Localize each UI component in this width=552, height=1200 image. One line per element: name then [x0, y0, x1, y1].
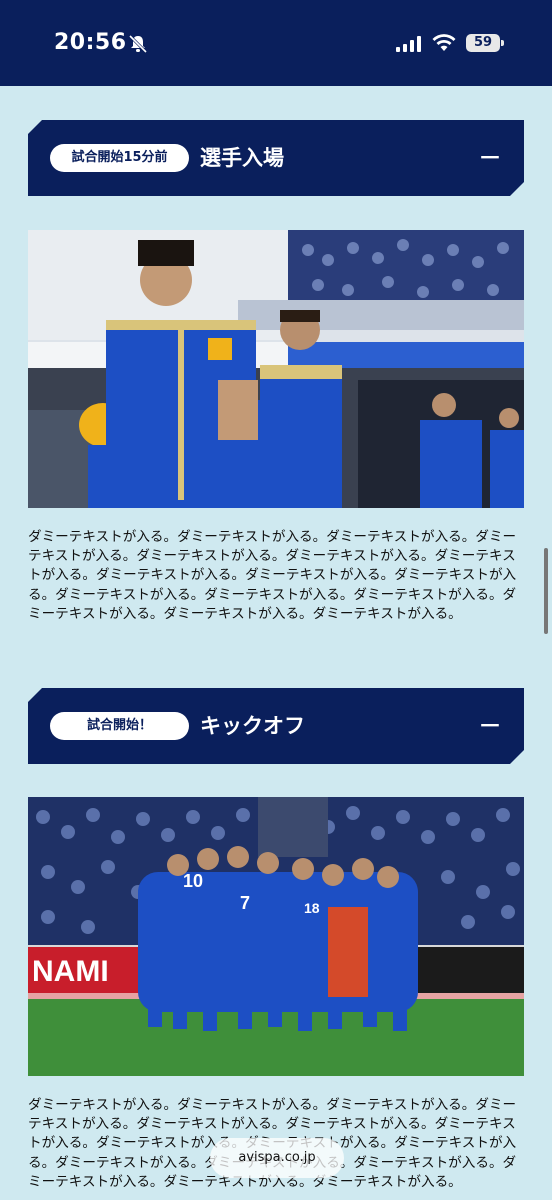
section-title: 選手入場: [200, 146, 284, 170]
photo-illustration: NAMI 10 7 18: [28, 797, 524, 1076]
section-header-entrance[interactable]: 試合開始15分前 選手入場 −: [28, 120, 524, 196]
kickoff-huddle-photo: NAMI 10 7 18: [28, 797, 524, 1076]
section-title: キックオフ: [200, 714, 305, 738]
photo-illustration: [28, 230, 524, 508]
time-badge: 試合開始！: [50, 712, 189, 740]
minus-icon[interactable]: −: [478, 714, 502, 738]
sponsor-signage: NAMI: [32, 955, 109, 988]
svg-text:7: 7: [240, 893, 250, 913]
status-time: 20:56: [54, 30, 127, 55]
scrollbar[interactable]: [544, 548, 548, 634]
signal-icon: [396, 36, 421, 52]
battery-icon: 59: [466, 34, 500, 52]
battery-tip: [501, 40, 504, 46]
section-header-kickoff[interactable]: 試合開始！ キックオフ −: [28, 688, 524, 764]
player-entrance-photo: [28, 230, 524, 508]
svg-text:10: 10: [183, 871, 203, 891]
section-body-text: ダミーテキストが入る。ダミーテキストが入る。ダミーテキストが入る。ダミーテキスト…: [28, 529, 517, 622]
status-bar: 20:56 59: [0, 0, 552, 86]
minus-icon[interactable]: −: [478, 146, 502, 170]
wifi-icon: [432, 34, 456, 51]
svg-text:18: 18: [304, 900, 320, 916]
time-badge: 試合開始15分前: [50, 144, 189, 172]
battery-level: 59: [473, 35, 493, 50]
bell-slash-icon: [128, 34, 148, 54]
url-bar[interactable]: avispa.co.jp: [210, 1138, 344, 1178]
